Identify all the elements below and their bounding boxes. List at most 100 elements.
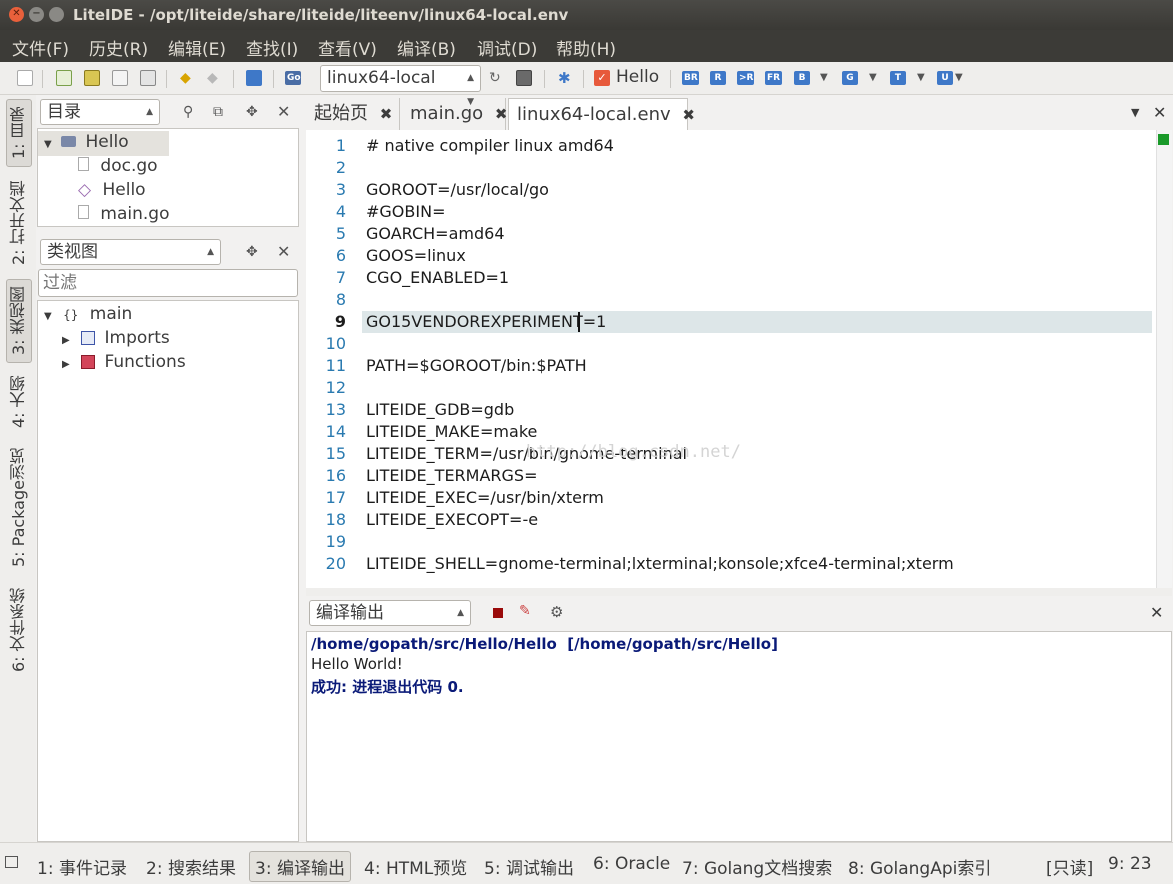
go-env-icon[interactable]: Go [285,71,301,85]
menu-build[interactable]: 编译(B) [397,35,456,60]
tab-label: linux64-local.env [517,104,671,125]
settings-gear-icon[interactable]: ⚙ [550,603,563,621]
sync-icon[interactable]: ⧉ [213,104,223,120]
tree-row[interactable]: main.go [78,203,169,225]
editor-tab[interactable]: main.go ✖ [402,98,508,130]
menu-view[interactable]: 查看(V) [318,35,377,60]
tree-row[interactable]: ▶ Imports [62,327,170,352]
chevron-down-icon[interactable]: ▼ [869,72,877,83]
menu-edit[interactable]: 编辑(E) [168,35,226,60]
close-panel-icon[interactable]: ✕ [277,102,290,121]
bottom-tab-html-preview[interactable]: 4: HTML预览 [364,854,467,879]
tree-item-label: main [89,304,133,324]
expand-arrow-icon[interactable]: ▶ [62,335,70,346]
close-icon[interactable]: ✖ [682,106,695,124]
chevron-down-icon[interactable]: ▼ [917,72,925,83]
menu-find[interactable]: 查找(I) [246,35,298,60]
tree-row[interactable]: ▼ Hello [38,131,169,156]
tab-list-dropdown-icon[interactable]: ▼ [1131,106,1139,119]
maximize-icon[interactable] [49,7,64,22]
side-tab-directory[interactable]: 1: 目录 [6,99,32,167]
close-panel-icon[interactable]: ✕ [1150,603,1163,622]
side-tab-open-docs[interactable]: 2: 打开文档 [6,171,32,275]
new-project-icon[interactable] [56,70,72,86]
bottom-tab-build-output[interactable]: 3: 编译输出 [249,851,351,882]
tree-row[interactable]: ▶ Functions [62,351,186,376]
settings-gear-icon[interactable]: ✱ [558,70,574,86]
run-target-label[interactable]: Hello [616,67,659,87]
save-all-icon[interactable] [140,70,156,86]
bottom-tab-oracle[interactable]: 6: Oracle [593,854,670,874]
expand-arrow-icon[interactable]: ▶ [62,359,70,370]
checkbox-icon[interactable]: ✓ [594,70,610,86]
splitter[interactable] [306,588,1172,596]
tree-item-label: main.go [100,204,170,224]
build-button[interactable]: B [794,71,810,85]
env-select[interactable]: linux64-local ▲ ▼ [320,65,481,107]
class-panel-select[interactable]: 类视图 ▲▼ [40,239,221,281]
bottom-tab-debug-output[interactable]: 5: 调试输出 [484,854,574,879]
side-tab-class-view[interactable]: 3: 类视图 [6,279,32,363]
close-icon[interactable]: ✕ [9,7,24,22]
editor-tab[interactable]: 起始页 ✖ [306,98,400,130]
bottom-tab-golang-doc-search[interactable]: 7: Golang文档搜索 [682,854,832,879]
tree-row[interactable]: doc.go [78,155,158,177]
line-number: 17 [325,488,346,507]
save-icon[interactable] [112,70,128,86]
file-run-button[interactable]: FR [765,71,782,85]
code-line: LITEIDE_TERMARGS= [366,466,538,485]
dir-panel-select[interactable]: 目录 ▲▼ [40,99,160,141]
minimize-icon[interactable]: − [29,7,44,22]
run-button[interactable]: R [710,71,726,85]
expand-arrow-icon[interactable]: ▼ [44,139,52,150]
home-icon[interactable] [246,70,262,86]
side-tab-bar: 1: 目录 2: 打开文档 3: 类视图 4: 大纲 5: Package浏览 … [0,95,36,842]
chevron-down-icon[interactable]: ▼ [955,72,963,83]
chevron-down-icon[interactable]: ▼ [820,72,828,83]
build-run-button[interactable]: BR [682,71,699,85]
close-editor-icon[interactable]: ✕ [1153,103,1166,122]
new-file-icon[interactable] [17,70,33,86]
build-output[interactable]: /home/gopath/src/Hello/Hello [/home/gopa… [306,631,1172,842]
line-number: 16 [325,466,346,485]
stop-icon[interactable] [493,608,503,618]
reload-icon[interactable]: ↻ [489,70,505,86]
code-editor[interactable]: 1 2 3 4 5 6 7 8 9 10 11 12 13 14 15 16 17 18 19 20 # native… [306,130,1172,588]
menu-help[interactable]: 帮助(H) [556,35,616,60]
back-icon[interactable]: ◆ [180,70,196,86]
float-icon[interactable]: ✥ [246,104,258,120]
get-button[interactable]: G [842,71,858,85]
bottom-tab-search-results[interactable]: 2: 搜索结果 [146,854,236,879]
test-button[interactable]: T [890,71,906,85]
filter-icon[interactable]: ⚲ [183,104,193,120]
expand-arrow-icon[interactable]: ▼ [44,311,52,322]
output-line: /home/gopath/src/Hello/Hello [/home/gopa… [311,635,778,653]
line-number: 3 [335,180,346,199]
menu-debug[interactable]: 调试(D) [477,35,537,60]
code-line: CGO_ENABLED=1 [366,268,510,287]
menu-history[interactable]: 历史(R) [89,35,148,60]
output-panel-select[interactable]: 编译输出 ▲▼ [309,600,471,642]
close-icon[interactable]: ✖ [495,105,508,123]
close-icon[interactable]: ✖ [380,105,393,123]
editor-tab-active[interactable]: linux64-local.env ✖ [508,98,695,130]
open-folder-icon[interactable] [84,70,100,86]
float-icon[interactable]: ✥ [246,244,258,260]
tree-row[interactable]: ◇ Hello [78,179,146,201]
side-tab-outline[interactable]: 4: 大纲 [6,367,32,437]
tree-row[interactable]: ▼ {} main [44,303,132,328]
side-tab-filesystem[interactable]: 6: 文件系统 [6,579,32,681]
bottom-tab-events[interactable]: 1: 事件记录 [37,854,127,879]
forward-icon[interactable]: ◆ [207,70,223,86]
toggle-sidebar-icon[interactable] [5,856,18,868]
bottom-tab-golang-api-index[interactable]: 8: GolangApi索引 [848,854,991,879]
side-tab-package-browser[interactable]: 5: Package浏览 [6,441,32,575]
run-term-button[interactable]: >R [737,71,754,85]
scrollbar[interactable] [1156,130,1172,588]
clear-icon[interactable]: ✎ [519,603,531,619]
close-panel-icon[interactable]: ✕ [277,242,290,261]
util-button[interactable]: U [937,71,953,85]
filter-input[interactable] [38,269,298,297]
terminal-icon[interactable] [516,70,532,86]
menu-file[interactable]: 文件(F) [12,35,69,60]
